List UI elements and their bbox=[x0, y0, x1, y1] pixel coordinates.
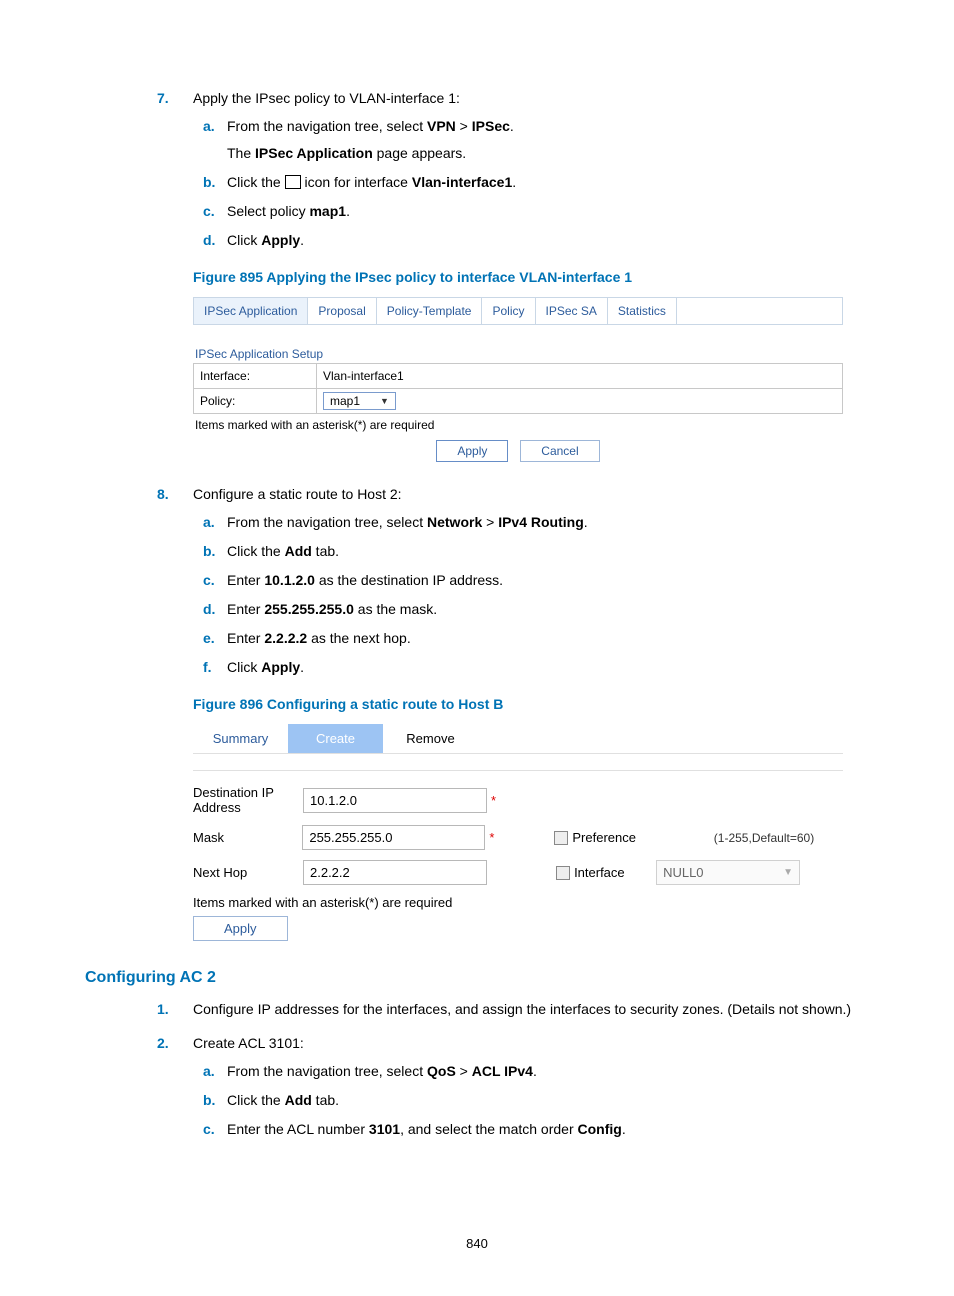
step-8d: d. Enter 255.255.255.0 as the mask. bbox=[193, 599, 869, 620]
ac2-step-1-text: Configure IP addresses for the interface… bbox=[193, 1001, 869, 1017]
ipsec-tabs: IPSec Application Proposal Policy-Templa… bbox=[193, 297, 843, 325]
ac2-step-2-number: 2. bbox=[157, 1035, 169, 1051]
tab-summary[interactable]: Summary bbox=[193, 724, 288, 753]
step-7: 7. Apply the IPsec policy to VLAN-interf… bbox=[85, 90, 869, 462]
figure-896: Summary Create Remove Destination IP Add… bbox=[193, 724, 843, 941]
step-8b: b. Click the Add tab. bbox=[193, 541, 869, 562]
figure-896-caption: Figure 896 Configuring a static route to… bbox=[193, 696, 869, 712]
preference-label: Preference bbox=[572, 830, 636, 845]
policy-label: Policy: bbox=[194, 389, 317, 414]
nexthop-input[interactable]: 2.2.2.2 bbox=[303, 860, 487, 885]
tab-remove[interactable]: Remove bbox=[383, 724, 478, 753]
step-7a: a. From the navigation tree, select VPN … bbox=[193, 116, 869, 164]
mask-label: Mask bbox=[193, 830, 302, 845]
interface-label: Interface bbox=[574, 865, 625, 880]
interface-checkbox[interactable] bbox=[556, 866, 570, 880]
cancel-button[interactable]: Cancel bbox=[520, 440, 599, 462]
ac2-step-2a: a. From the navigation tree, select QoS … bbox=[193, 1061, 869, 1082]
ac2-step-2c: c. Enter the ACL number 3101, and select… bbox=[193, 1119, 869, 1140]
chevron-down-icon: ▼ bbox=[380, 396, 389, 406]
policy-select-value: map1 bbox=[330, 394, 360, 408]
figure-895: IPSec Application Proposal Policy-Templa… bbox=[193, 297, 843, 462]
box-icon bbox=[285, 175, 301, 189]
tab-proposal[interactable]: Proposal bbox=[308, 298, 376, 324]
dest-ip-input[interactable]: 10.1.2.0 bbox=[303, 788, 487, 813]
required-note: Items marked with an asterisk(*) are req… bbox=[193, 895, 843, 910]
page-number: 840 bbox=[0, 1236, 954, 1251]
preference-checkbox[interactable] bbox=[554, 831, 568, 845]
tab-policy[interactable]: Policy bbox=[482, 298, 535, 324]
ac2-step-2-intro: Create ACL 3101: bbox=[193, 1035, 869, 1051]
interface-label: Interface: bbox=[194, 364, 317, 389]
step-8-intro: Configure a static route to Host 2: bbox=[193, 486, 869, 502]
step-8: 8. Configure a static route to Host 2: a… bbox=[85, 486, 869, 941]
preference-hint: (1-255,Default=60) bbox=[714, 831, 843, 845]
nexthop-label: Next Hop bbox=[193, 865, 303, 880]
required-star: * bbox=[489, 830, 494, 845]
ac2-step-1: 1. Configure IP addresses for the interf… bbox=[85, 1001, 869, 1017]
route-tabs: Summary Create Remove bbox=[193, 724, 843, 754]
tab-policy-template[interactable]: Policy-Template bbox=[377, 298, 483, 324]
tab-ipsec-application[interactable]: IPSec Application bbox=[194, 298, 308, 324]
step-7c: c. Select policy map1. bbox=[193, 201, 869, 222]
apply-button[interactable]: Apply bbox=[436, 440, 508, 462]
required-star: * bbox=[491, 793, 496, 808]
step-7d: d. Click Apply. bbox=[193, 230, 869, 251]
step-8c: c. Enter 10.1.2.0 as the destination IP … bbox=[193, 570, 869, 591]
section-configuring-ac2: Configuring AC 2 bbox=[85, 969, 869, 987]
tab-statistics[interactable]: Statistics bbox=[608, 298, 677, 324]
ipsec-setup-title: IPSec Application Setup bbox=[195, 347, 843, 361]
interface-select[interactable]: NULL0 ▼ bbox=[656, 860, 800, 885]
interface-value: Vlan-interface1 bbox=[317, 364, 843, 389]
step-7-number: 7. bbox=[157, 90, 169, 106]
ac2-step-1-number: 1. bbox=[157, 1001, 169, 1017]
ac2-step-2: 2. Create ACL 3101: a. From the navigati… bbox=[85, 1035, 869, 1140]
mask-input[interactable]: 255.255.255.0 bbox=[302, 825, 485, 850]
figure-895-caption: Figure 895 Applying the IPsec policy to … bbox=[193, 269, 869, 285]
required-note: Items marked with an asterisk(*) are req… bbox=[195, 418, 843, 432]
interface-select-value: NULL0 bbox=[663, 865, 703, 880]
chevron-down-icon: ▼ bbox=[783, 867, 793, 878]
ac2-step-2b: b. Click the Add tab. bbox=[193, 1090, 869, 1111]
tab-ipsec-sa[interactable]: IPSec SA bbox=[536, 298, 608, 324]
policy-select[interactable]: map1 ▼ bbox=[323, 392, 396, 410]
ipsec-setup-table: Interface: Vlan-interface1 Policy: map1 … bbox=[193, 363, 843, 414]
step-7b: b. Click the icon for interface Vlan-int… bbox=[193, 172, 869, 193]
step-8a: a. From the navigation tree, select Netw… bbox=[193, 512, 869, 533]
apply-button[interactable]: Apply bbox=[193, 916, 288, 941]
step-8e: e. Enter 2.2.2.2 as the next hop. bbox=[193, 628, 869, 649]
dest-ip-label: Destination IP Address bbox=[193, 785, 303, 815]
step-7-intro: Apply the IPsec policy to VLAN-interface… bbox=[193, 90, 869, 106]
step-8-number: 8. bbox=[157, 486, 169, 502]
tab-create[interactable]: Create bbox=[288, 724, 383, 753]
step-8f: f. Click Apply. bbox=[193, 657, 869, 678]
